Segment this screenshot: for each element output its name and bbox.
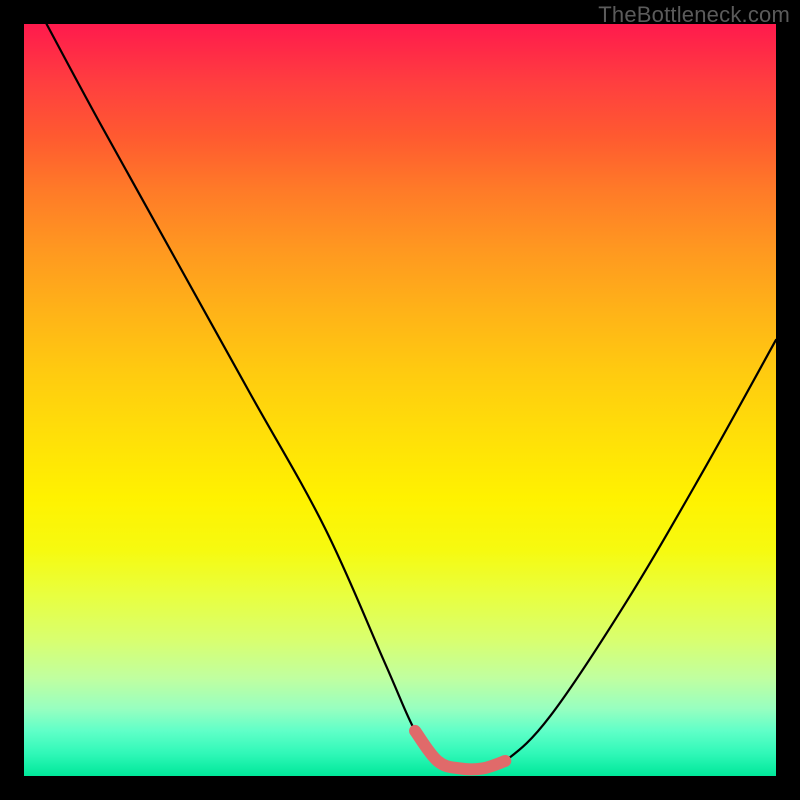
- chart-frame: TheBottleneck.com: [0, 0, 800, 800]
- plot-area: [24, 24, 776, 776]
- curve-layer: [24, 24, 776, 776]
- bottleneck-curve-path: [47, 24, 776, 769]
- optimal-region-path: [415, 731, 505, 770]
